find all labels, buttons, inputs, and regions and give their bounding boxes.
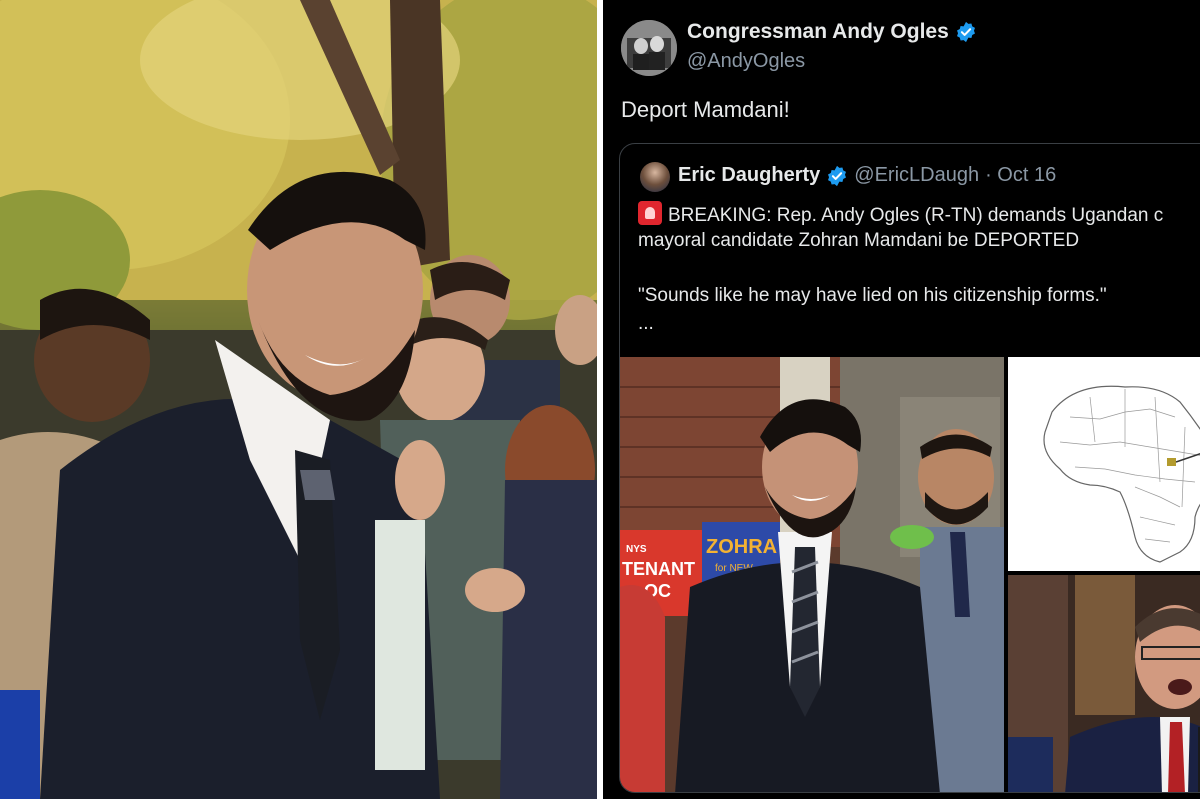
author-name[interactable]: Congressman Andy Ogles [687,20,949,44]
quoted-author-name[interactable]: Eric Daugherty [678,164,820,187]
svg-text:NYS: NYS [626,544,647,555]
tweet-card[interactable]: Congressman Andy Ogles @AndyOgles Deport… [603,0,1200,799]
quoted-text-line-3: "Sounds like he may have lied on his cit… [638,285,1107,306]
rotating-light-icon [638,201,662,225]
left-photo [0,0,597,799]
quoted-text-line-1: BREAKING: Rep. Andy Ogles (R-TN) demands… [638,201,1163,227]
uganda-highlight [1167,458,1176,466]
author-handle[interactable]: @AndyOgles [687,50,805,73]
media-africa-map[interactable] [1008,357,1200,573]
tweet-text: Deport Mamdani! [621,97,790,122]
quoted-date[interactable]: · Oct 16 [985,164,1056,187]
campaign-crowd-photo [0,0,597,799]
svg-text:ZOHRA: ZOHRA [706,536,777,558]
quoted-author-avatar[interactable] [640,162,670,192]
media-photo-congressman[interactable] [1008,575,1200,793]
verified-badge-icon [956,21,975,43]
quoted-author-handle[interactable]: @EricLDaugh [854,164,979,187]
quoted-tweet[interactable]: Eric Daugherty @EricLDaugh · Oct 16 BREA… [619,143,1200,793]
verified-badge-icon [828,165,847,186]
svg-text:TENANT: TENANT [622,559,695,579]
quoted-text-line-2: mayoral candidate Zohran Mamdani be DEPO… [638,230,1080,251]
author-avatar[interactable] [621,20,677,76]
quoted-text-ellipsis: ... [638,313,654,334]
media-photo-candidate[interactable]: NYS TENANT OC ZOHRA for NEW [620,357,1006,793]
quoted-media-grid[interactable]: NYS TENANT OC ZOHRA for NEW [620,357,1200,793]
